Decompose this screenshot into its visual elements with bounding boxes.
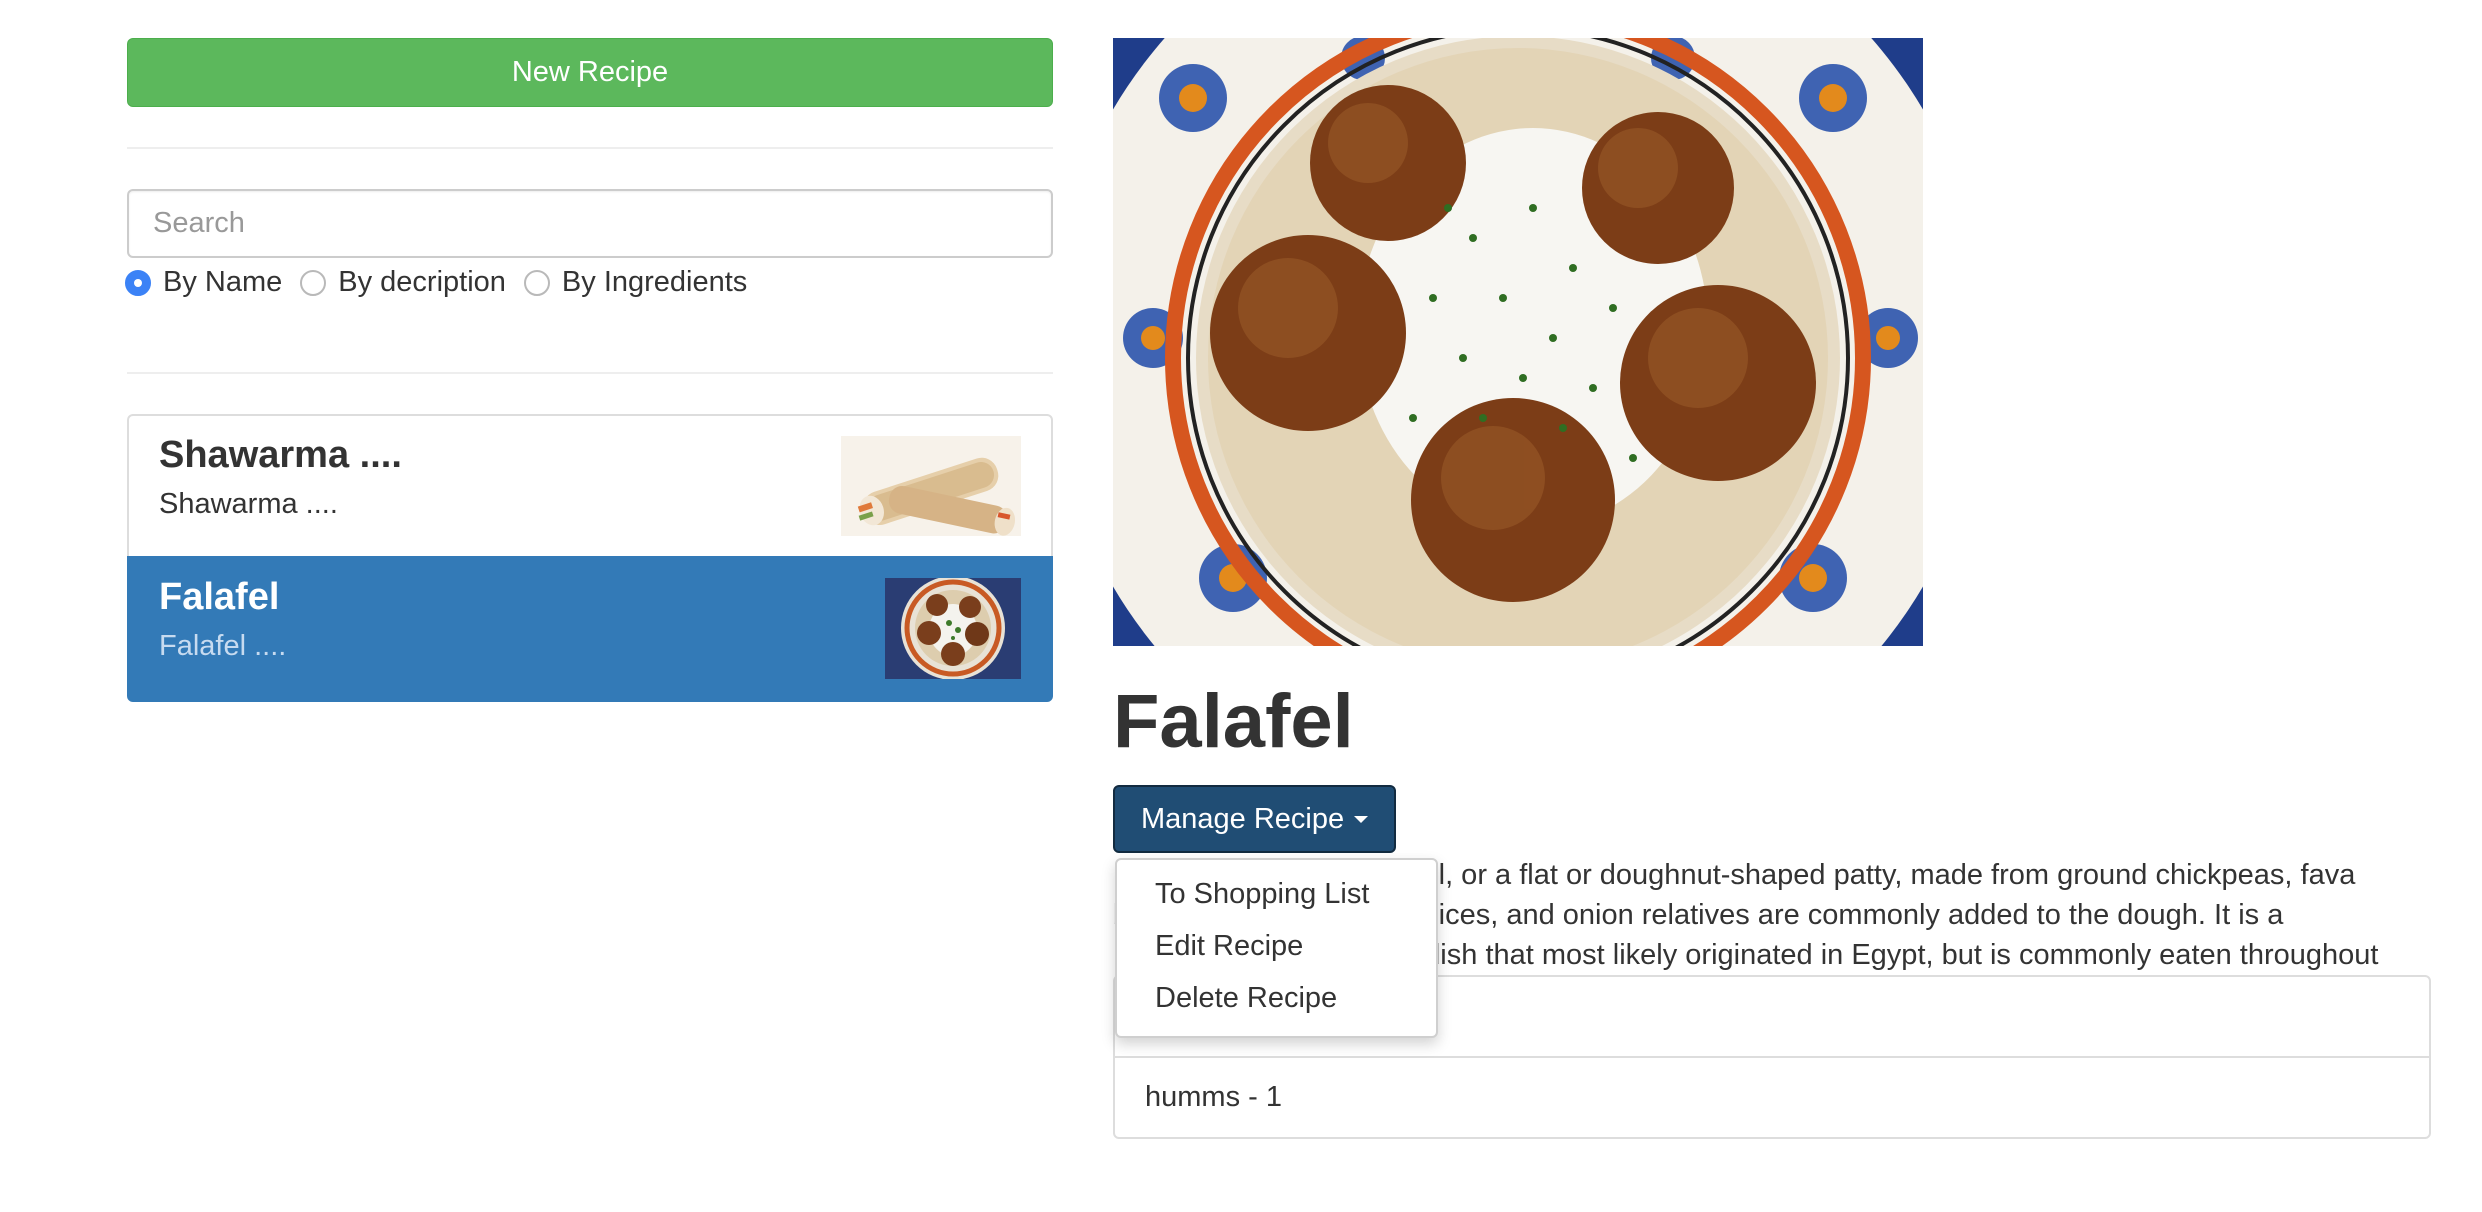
filter-label: By decription	[338, 266, 506, 298]
ingredient-item: humms - 1	[1113, 1056, 2431, 1139]
filter-by-name[interactable]: By Name	[125, 266, 282, 299]
recipe-item-title: Falafel	[159, 576, 280, 618]
radio-unselected-icon[interactable]	[523, 269, 550, 296]
recipe-title: Falafel	[1113, 679, 1354, 764]
divider	[127, 372, 1053, 374]
new-recipe-button[interactable]: New Recipe	[127, 38, 1053, 107]
to-shopping-list-menu-item[interactable]: To Shopping List	[1117, 868, 1436, 920]
filter-by-description[interactable]: By decription	[300, 266, 506, 299]
shawarma-thumbnail	[841, 436, 1021, 536]
recipe-item-description: Shawarma ....	[159, 488, 338, 520]
recipe-list-item[interactable]: Shawarma .... Shawarma ....	[127, 414, 1053, 558]
falafel-thumbnail	[885, 578, 1021, 679]
radio-unselected-icon[interactable]	[300, 269, 327, 296]
recipe-item-title: Shawarma ....	[159, 434, 402, 476]
recipe-sidebar: New Recipe By Name By decription By Ingr…	[125, 38, 1053, 702]
filter-label: By Ingredients	[561, 266, 748, 298]
search-filter-group: By Name By decription By Ingredients	[125, 266, 765, 299]
edit-recipe-menu-item[interactable]: Edit Recipe	[1117, 920, 1436, 972]
filter-label: By Name	[163, 266, 283, 298]
manage-recipe-button[interactable]: Manage Recipe	[1113, 785, 1397, 853]
delete-recipe-menu-item[interactable]: Delete Recipe	[1117, 972, 1436, 1024]
recipe-list-item-active[interactable]: Falafel Falafel ....	[127, 556, 1053, 702]
manage-recipe-label: Manage Recipe	[1141, 803, 1345, 835]
recipe-image	[1113, 38, 1923, 646]
recipe-list: Shawarma .... Shawarma .... Falafel Fala…	[127, 414, 1053, 702]
radio-selected-icon[interactable]	[125, 269, 151, 296]
filter-by-ingredients[interactable]: By Ingredients	[523, 266, 748, 299]
recipe-item-description: Falafel ....	[159, 630, 287, 662]
manage-recipe-dropdown-menu: To Shopping List Edit Recipe Delete Reci…	[1115, 858, 1438, 1038]
divider	[127, 147, 1053, 149]
search-input[interactable]	[127, 189, 1053, 258]
caret-down-icon	[1354, 815, 1369, 823]
